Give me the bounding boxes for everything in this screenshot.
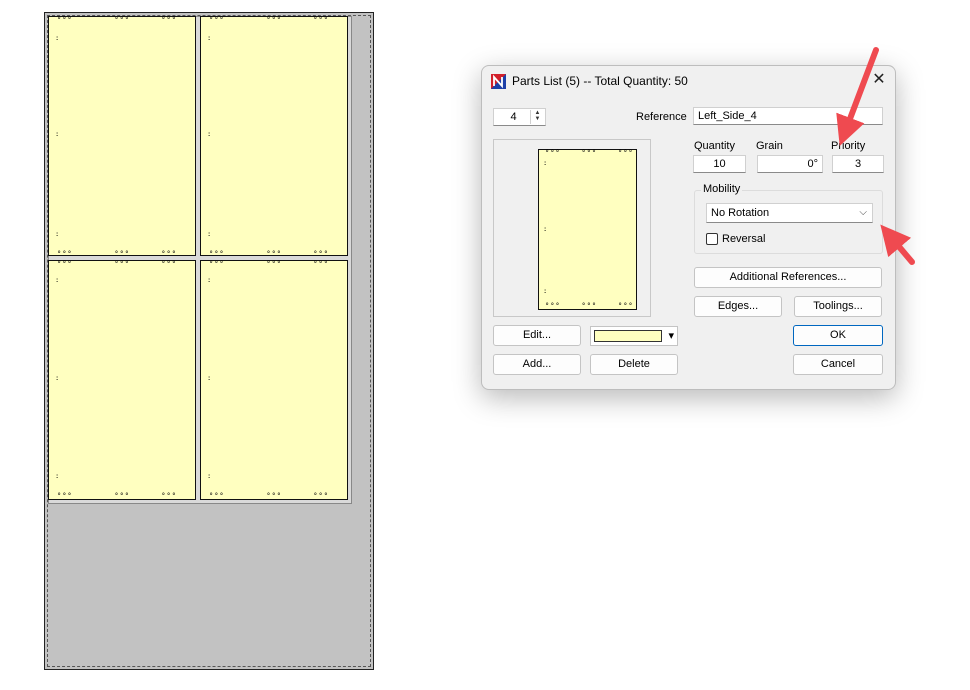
quantity-input[interactable]: 10	[693, 155, 746, 173]
cancel-button[interactable]: Cancel	[793, 354, 883, 375]
dialog-title: Parts List (5) -- Total Quantity: 50	[512, 74, 688, 88]
drill-marks: :	[207, 34, 213, 42]
priority-input[interactable]: 3	[832, 155, 884, 173]
quantity-value: 10	[713, 158, 726, 170]
color-swatch	[594, 330, 662, 342]
toolings-button[interactable]: Toolings...	[794, 296, 882, 317]
drill-marks: :	[207, 130, 213, 138]
sheet-layout: °°° °°° °°° : : : °°° °°° °°° °°° °°° °°…	[44, 12, 374, 670]
drill-marks: °°° °°° °°°	[209, 16, 329, 24]
drill-marks: °°° °°° °°°	[545, 302, 634, 310]
color-picker[interactable]: ▾	[590, 326, 678, 346]
grain-label: Grain	[756, 140, 783, 152]
close-icon[interactable]: ✕	[869, 70, 889, 90]
drill-marks: :	[55, 374, 61, 382]
ok-button[interactable]: OK	[793, 325, 883, 346]
part-panel[interactable]: °°° °°° °°° : : : °°° °°° °°°	[48, 260, 196, 500]
drill-marks: :	[55, 34, 61, 42]
grain-value: 0°	[807, 158, 818, 170]
mobility-select[interactable]: No Rotation ⌵	[706, 203, 873, 223]
priority-value: 3	[854, 158, 862, 170]
additional-references-button[interactable]: Additional References...	[694, 267, 882, 288]
spin-down-icon[interactable]: ▼	[531, 116, 544, 122]
reference-label: Reference	[636, 111, 687, 123]
add-button[interactable]: Add...	[493, 354, 581, 375]
chevron-down-icon: ⌵	[859, 207, 867, 218]
title-bar[interactable]: Parts List (5) -- Total Quantity: 50 ✕	[482, 66, 895, 96]
quantity-label: Quantity	[694, 140, 735, 152]
edges-button[interactable]: Edges...	[694, 296, 782, 317]
drill-marks: :	[55, 230, 61, 238]
parts-list-dialog: Parts List (5) -- Total Quantity: 50 ✕ 4…	[481, 65, 896, 390]
drill-marks: :	[55, 130, 61, 138]
mobility-label: Mobility	[701, 183, 743, 195]
part-panel[interactable]: °°° °°° °°° : : : °°° °°° °°°	[48, 16, 196, 258]
delete-button[interactable]: Delete	[590, 354, 678, 375]
reversal-label: Reversal	[722, 233, 766, 245]
reference-input[interactable]: Left_Side_4	[693, 107, 883, 125]
preview-panel: °°° °°° °°° : : : °°° °°° °°°	[538, 149, 637, 310]
drill-marks: :	[207, 374, 213, 382]
edit-button[interactable]: Edit...	[493, 325, 581, 346]
color-dropdown-icon: ▾	[668, 330, 674, 342]
drill-marks: :	[207, 276, 213, 284]
drill-marks: :	[543, 287, 549, 295]
part-index-value: 4	[510, 111, 517, 123]
drill-marks: °°° °°° °°°	[57, 492, 177, 500]
drill-marks: :	[207, 230, 213, 238]
spinner-buttons[interactable]: ▲ ▼	[530, 110, 544, 124]
part-preview: °°° °°° °°° : : : °°° °°° °°°	[493, 139, 651, 317]
drill-marks: :	[207, 472, 213, 480]
grain-input[interactable]: 0°	[757, 155, 823, 173]
part-index-spinner[interactable]: 4 ▲ ▼	[493, 108, 546, 126]
drill-marks: :	[55, 472, 61, 480]
reference-value: Left_Side_4	[698, 110, 757, 122]
drill-marks: °°° °°° °°°	[209, 250, 329, 258]
part-panel[interactable]: °°° °°° °°° : : : °°° °°° °°°	[200, 16, 348, 258]
mobility-value: No Rotation	[711, 207, 770, 219]
drill-marks: :	[543, 159, 549, 167]
mobility-group: Mobility No Rotation ⌵ Reversal	[694, 183, 883, 254]
drill-marks: °°° °°° °°°	[209, 260, 329, 268]
drill-marks: °°° °°° °°°	[545, 149, 634, 157]
reversal-checkbox[interactable]	[706, 233, 718, 245]
part-panel[interactable]: °°° °°° °°° : : : °°° °°° °°°	[200, 260, 348, 500]
priority-label: Priority	[831, 140, 866, 152]
drill-marks: °°° °°° °°°	[57, 250, 177, 258]
drill-marks: °°° °°° °°°	[57, 260, 177, 268]
drill-marks: °°° °°° °°°	[57, 16, 177, 24]
nesting-app-icon	[491, 74, 506, 89]
drill-marks: °°° °°° °°°	[209, 492, 329, 500]
drill-marks: :	[543, 225, 549, 233]
drill-marks: :	[55, 276, 61, 284]
